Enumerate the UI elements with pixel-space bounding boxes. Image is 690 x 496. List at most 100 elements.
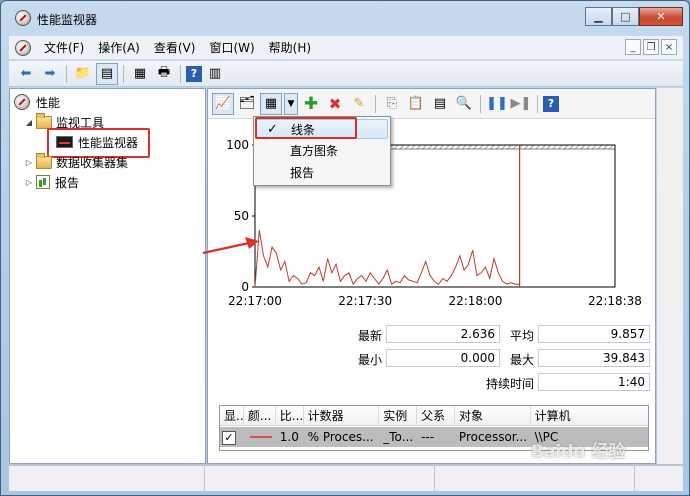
annotation-highlight-box	[255, 117, 357, 139]
add-counter-icon[interactable]: ✚	[300, 93, 322, 115]
performance-monitor-window: 性能监视器 ▁ □ ✕ 文件(F) 操作(A) 查看(V) 窗口(W) 帮助(H…	[0, 0, 690, 496]
properties-icon[interactable]: ▤	[429, 93, 451, 115]
help-icon[interactable]: ?	[543, 95, 559, 112]
system-menu-icon[interactable]	[15, 39, 31, 56]
stat-value-max: 39.843	[538, 349, 650, 367]
y-tick-label: 0	[241, 280, 249, 294]
view-log-data-icon[interactable]: 🗂	[236, 93, 258, 115]
status-bar	[9, 465, 683, 492]
tree-item-reports[interactable]: ▷ 报告	[24, 173, 79, 191]
action-pane-gutter	[657, 88, 683, 464]
maximize-button[interactable]: □	[612, 7, 639, 26]
statistics-panel: 最新 2.636 平均 9.857 最小 0.000 最大 39.843 持续时…	[208, 325, 655, 397]
watermark-logo: Baidu 经验	[531, 442, 626, 462]
stat-label-average: 平均	[509, 329, 534, 343]
zoom-icon[interactable]: 🔍	[453, 93, 475, 115]
status-segment-1	[9, 466, 205, 492]
menu-window[interactable]: 窗口(W)	[202, 39, 261, 56]
console-tree: 性能 ◢ 监视工具 性能监视器 ▷ 数据收集器集 ▷ 报告	[9, 88, 206, 464]
properties-icon[interactable]: ▦	[129, 63, 151, 85]
minimize-button[interactable]: ▁	[585, 7, 612, 26]
counter-color-swatch	[244, 427, 276, 447]
col-header-object[interactable]: 对象	[455, 406, 531, 425]
tree-item-data-collector-sets[interactable]: ▷ 数据收集器集	[24, 152, 129, 171]
menu-bar: 文件(F) 操作(A) 查看(V) 窗口(W) 帮助(H) _ ❐ ×	[9, 36, 683, 60]
annotation-arrow-icon	[202, 237, 259, 255]
show-checkbox[interactable]: ✓	[220, 427, 244, 447]
stat-value-average: 9.857	[538, 325, 650, 343]
col-header-scale[interactable]: 比...	[276, 406, 304, 425]
stat-label-min: 最小	[357, 353, 382, 367]
expand-triangle-icon[interactable]: ▷	[24, 178, 34, 187]
graph-type-dropdown-arrow[interactable]: ▼	[284, 92, 298, 115]
status-segment-2	[205, 466, 435, 492]
stat-value-min: 0.000	[386, 349, 500, 367]
checkbox-check-icon: ✓	[222, 431, 236, 445]
y-tick-label: 50	[234, 209, 249, 223]
performance-monitor-app-icon	[15, 10, 31, 26]
child-minimize-button[interactable]: _	[625, 39, 641, 55]
paste-counter-list-icon[interactable]: 📋	[405, 93, 427, 115]
counter-parent-cell: ---	[421, 430, 435, 444]
help-icon[interactable]: ?	[186, 65, 202, 82]
title-bar[interactable]: 性能监视器 ▁ □ ✕	[1, 1, 689, 35]
tree-label-reports: 报告	[55, 175, 80, 190]
window-title: 性能监视器	[37, 13, 98, 27]
col-header-parent[interactable]: 父系	[417, 406, 455, 425]
back-arrow-icon[interactable]: ⬅	[15, 63, 37, 85]
up-folder-icon[interactable]: 📁	[72, 63, 94, 85]
col-header-computer[interactable]: 计算机	[531, 406, 648, 425]
col-header-counter[interactable]: 计数器	[304, 406, 380, 425]
counter-name-cell: % Proces...	[307, 430, 374, 444]
copy-properties-icon[interactable]: ⎘	[381, 93, 403, 115]
performance-icon	[14, 94, 30, 110]
stat-value-duration: 1:40	[538, 373, 650, 391]
menu-item-histogram-bar-label: 直方图条	[290, 144, 339, 158]
update-data-icon[interactable]: ▶❚	[510, 93, 532, 115]
counter-table-header: 显... 颜... 比... 计数器 实例 父系 对象 计算机	[220, 406, 648, 426]
stat-label-max: 最大	[509, 353, 534, 367]
counter-object-cell: Processor...	[458, 430, 528, 444]
menu-view[interactable]: 查看(V)	[147, 39, 203, 56]
delete-counter-icon[interactable]: ✖	[324, 93, 346, 115]
print-icon[interactable]: 🖶	[153, 63, 175, 85]
y-tick-label: 100	[226, 138, 249, 152]
collapse-triangle-icon[interactable]: ◢	[24, 118, 34, 127]
close-button[interactable]: ✕	[639, 7, 683, 26]
expand-triangle-icon[interactable]: ▷	[24, 158, 34, 167]
col-header-color[interactable]: 颜...	[244, 406, 276, 425]
highlight-icon[interactable]: ✎	[348, 93, 370, 115]
menu-item-histogram-bar[interactable]: 直方图条	[256, 141, 388, 161]
show-hide-action-pane-icon[interactable]: ▥	[204, 63, 226, 85]
graph-toolbar: 📈 🗂 ▦ ▼ ✚ ✖ ✎ ⎘ 📋 ▤ 🔍 ❚❚ ▶❚ ?	[208, 89, 655, 119]
menu-action[interactable]: 操作(A)	[91, 39, 147, 56]
x-tick-label: 22:18:00	[448, 294, 502, 308]
freeze-display-icon[interactable]: ❚❚	[486, 93, 508, 115]
folder-icon	[36, 112, 52, 129]
show-hide-console-tree-icon[interactable]: ▤	[96, 62, 118, 85]
counter-scale-cell: 1.0	[279, 430, 299, 444]
child-close-button[interactable]: ×	[661, 39, 677, 55]
status-segment-3	[435, 466, 635, 492]
x-tick-label: 22:18:38	[588, 294, 642, 308]
col-header-instance[interactable]: 实例	[379, 406, 418, 425]
menu-item-report[interactable]: 报告	[256, 163, 388, 183]
folder-icon	[36, 152, 52, 169]
menu-item-report-label: 报告	[290, 166, 315, 180]
tree-label-data-collector-sets: 数据收集器集	[56, 155, 129, 170]
counter-instance-cell: _To...	[383, 430, 414, 444]
x-tick-label: 22:17:30	[338, 294, 392, 308]
menu-file[interactable]: 文件(F)	[37, 39, 91, 56]
main-toolbar: ⬅ ➡ 📁 ▤ ▦ 🖶 ? ▥	[9, 61, 683, 87]
tree-item-performance[interactable]: 性能	[14, 93, 60, 111]
stat-label-duration: 持续时间	[485, 377, 534, 391]
stat-value-latest: 2.636	[386, 325, 500, 343]
forward-arrow-icon[interactable]: ➡	[39, 63, 61, 85]
col-header-show[interactable]: 显...	[220, 406, 244, 425]
change-graph-type-icon[interactable]: ▦	[260, 92, 282, 115]
stat-label-latest: 最新	[357, 329, 382, 343]
tree-label-performance: 性能	[36, 95, 61, 110]
menu-help[interactable]: 帮助(H)	[262, 39, 318, 56]
child-restore-button[interactable]: ❐	[643, 39, 659, 55]
view-current-activity-icon[interactable]: 📈	[212, 92, 234, 115]
